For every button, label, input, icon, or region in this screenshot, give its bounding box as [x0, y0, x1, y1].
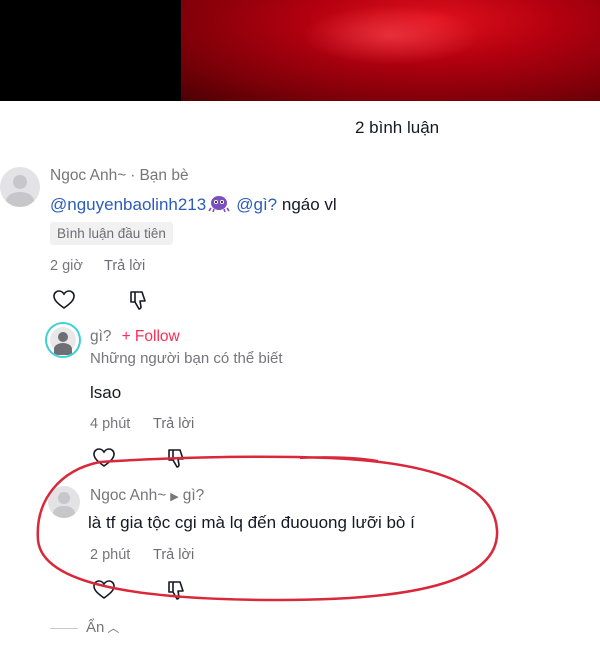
reply-author[interactable]: Ngoc Anh~	[90, 487, 166, 504]
video-preview[interactable]	[0, 0, 600, 101]
video-thumbnail	[181, 0, 600, 101]
alien-emoji-icon	[208, 194, 230, 213]
hide-label: Ẩn	[86, 619, 105, 636]
dislike-icon[interactable]	[166, 579, 188, 606]
reply-author-line: gì? + Follow	[90, 328, 180, 346]
reply-button[interactable]: Trả lời	[153, 547, 194, 563]
reply-author-line: Ngoc Anh~ ▶ gì?	[90, 487, 204, 505]
relation-tag: Bạn bè	[139, 167, 189, 184]
reply-body: là tf gia tộc cgi mà lq đến đuouong lưỡi…	[88, 513, 415, 532]
like-heart-icon[interactable]	[53, 290, 75, 315]
like-heart-icon[interactable]	[93, 448, 115, 473]
mention-link[interactable]: @nguyenbaolinh213	[50, 195, 206, 214]
comment-author[interactable]: Ngoc Anh~	[50, 167, 126, 184]
first-comment-badge: Bình luận đầu tiên	[50, 222, 173, 245]
avatar[interactable]	[48, 486, 80, 518]
chevron-up-icon: ︿	[107, 621, 120, 635]
reply-time: 2 phút	[90, 547, 131, 563]
comment-text: @nguyenbaolinh213 @gì? ngáo vl	[50, 194, 337, 215]
avatar[interactable]	[45, 322, 81, 358]
divider-line	[50, 627, 78, 629]
video-left-dark	[0, 0, 181, 101]
reply-time: 4 phút	[90, 416, 131, 432]
reply-to-user[interactable]: gì?	[183, 487, 205, 504]
mention-link[interactable]: @gì?	[236, 195, 277, 214]
comment-author-line: Ngoc Anh~ · Bạn bè	[50, 167, 189, 184]
dislike-icon[interactable]	[166, 447, 188, 474]
comment-body: ngáo vl	[281, 195, 337, 214]
reply-button[interactable]: Trả lời	[153, 416, 194, 432]
comment-time: 2 giờ	[50, 258, 83, 274]
like-heart-icon[interactable]	[93, 580, 115, 605]
reply-author[interactable]: gì?	[90, 328, 112, 345]
reply-button[interactable]: Trả lời	[104, 258, 145, 274]
suggestion-subtitle: Những người bạn có thể biết	[90, 350, 283, 367]
reply-arrow-icon: ▶	[170, 491, 179, 503]
reply-body: lsao	[90, 383, 122, 402]
comments-count: 2 bình luận	[355, 118, 440, 137]
hide-replies-button[interactable]: Ẩn ︿	[50, 619, 119, 636]
avatar[interactable]	[0, 167, 40, 207]
follow-button[interactable]: + Follow	[122, 328, 180, 345]
dislike-icon[interactable]	[128, 289, 150, 316]
